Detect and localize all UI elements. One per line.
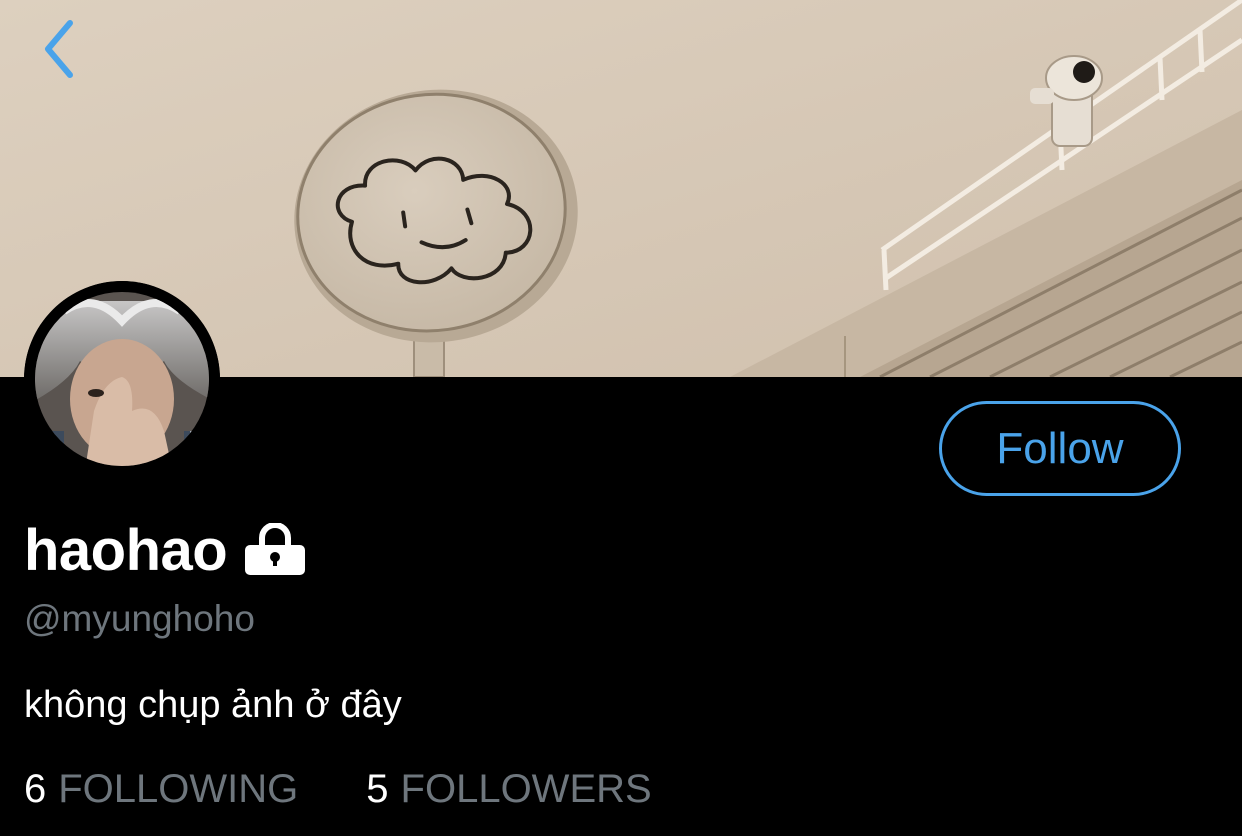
- chevron-left-icon: [45, 20, 73, 78]
- name-row: haohao: [24, 512, 306, 588]
- profile-stats: 6 FOLLOWING 5 FOLLOWERS: [24, 764, 652, 814]
- display-name: haohao: [24, 517, 228, 583]
- followers-label: FOLLOWERS: [400, 766, 652, 811]
- back-button[interactable]: [30, 16, 86, 82]
- following-count: 6: [24, 766, 47, 811]
- lock-icon: [245, 521, 306, 580]
- followers-stat[interactable]: 5 FOLLOWERS: [366, 767, 651, 812]
- user-handle: @myunghoho: [24, 598, 255, 639]
- following-label: FOLLOWING: [58, 766, 299, 811]
- avatar[interactable]: [24, 281, 220, 477]
- follow-button[interactable]: Follow: [939, 401, 1181, 496]
- user-bio: không chụp ảnh ở đây: [24, 684, 402, 726]
- following-stat[interactable]: 6 FOLLOWING: [24, 767, 298, 812]
- followers-count: 5: [366, 766, 389, 811]
